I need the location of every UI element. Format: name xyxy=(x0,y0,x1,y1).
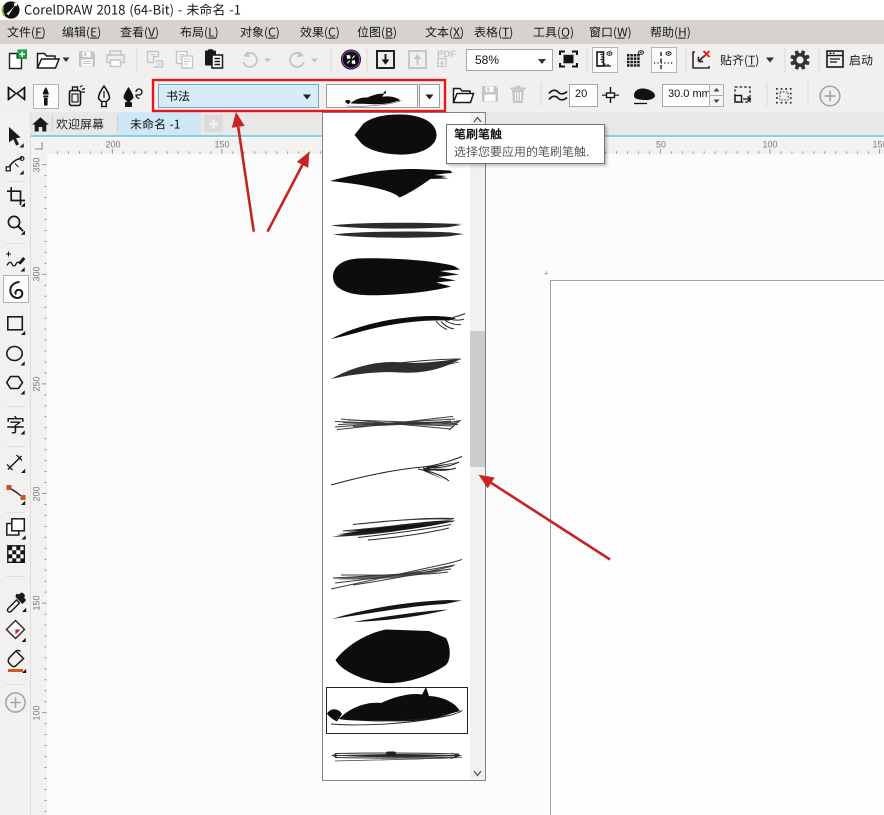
svg-text:150: 150 xyxy=(872,140,884,150)
svg-text:150: 150 xyxy=(32,595,42,610)
svg-text:200: 200 xyxy=(105,140,120,150)
svg-text:50: 50 xyxy=(656,140,666,150)
svg-text:100: 100 xyxy=(32,705,42,720)
svg-text:200: 200 xyxy=(32,486,42,501)
svg-text:350: 350 xyxy=(32,157,42,172)
svg-text:250: 250 xyxy=(32,376,42,391)
svg-text:100: 100 xyxy=(762,140,777,150)
svg-text:300: 300 xyxy=(32,266,42,281)
svg-text:150: 150 xyxy=(214,140,229,150)
